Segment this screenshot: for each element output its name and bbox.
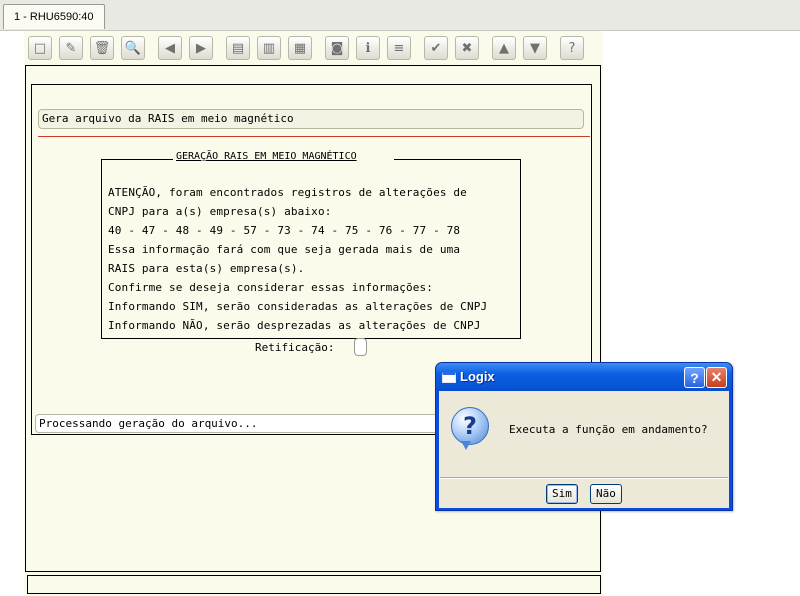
info-button[interactable]: ℹ: [356, 36, 380, 60]
message-line: Confirme se deseja considerar essas info…: [108, 281, 434, 294]
document-icon: ▤: [231, 40, 245, 56]
help-button[interactable]: ?: [560, 36, 584, 60]
message-line: Informando NÃO, serão desprezadas as alt…: [108, 319, 481, 332]
edit-button[interactable]: ✎: [59, 36, 83, 60]
no-button[interactable]: Não: [590, 484, 622, 504]
retificacao-input[interactable]: [354, 338, 367, 356]
confirm-dialog: Logix ? ✕ ? Executa a função em andament…: [435, 362, 733, 511]
dialog-help-button[interactable]: ?: [684, 367, 705, 388]
status-bar: [27, 575, 601, 594]
up-icon: ▲: [499, 40, 509, 56]
confirm-icon: ✔: [430, 40, 442, 56]
binoculars-button[interactable]: ◙: [325, 36, 349, 60]
previous-icon: ◀: [165, 40, 175, 56]
group-title: GERAÇÃO RAIS EM MEIO MAGNÉTICO: [176, 151, 357, 162]
document-list-button[interactable]: ▥: [257, 36, 281, 60]
dialog-titlebar[interactable]: Logix ? ✕: [436, 363, 732, 391]
document-button[interactable]: ▤: [226, 36, 250, 60]
dialog-message: Executa a função em andamento?: [509, 423, 708, 436]
status-field: Processando geração do arquivo...: [35, 414, 455, 433]
down-icon: ▼: [530, 40, 540, 56]
message-line: RAIS para esta(s) empresa(s).: [108, 262, 305, 275]
up-button[interactable]: ▲: [492, 36, 516, 60]
question-icon-tail: [461, 441, 471, 450]
message-line: CNPJ para a(s) empresa(s) abaixo:: [108, 205, 332, 218]
message-line: 40 - 47 - 48 - 49 - 57 - 73 - 74 - 75 - …: [108, 224, 461, 237]
cancel-icon: ✖: [461, 40, 473, 56]
form-title: Gera arquivo da RAIS em meio magnético: [38, 109, 584, 129]
confirm-button[interactable]: ✔: [424, 36, 448, 60]
previous-button[interactable]: ◀: [158, 36, 182, 60]
export-button[interactable]: ▦: [288, 36, 312, 60]
dialog-body: ? Executa a função em andamento? Sim Não: [439, 391, 729, 508]
message-line: ATENÇÃO, foram encontrados registros de …: [108, 186, 467, 199]
zoom-icon: ≡: [393, 40, 405, 56]
down-button[interactable]: ▼: [523, 36, 547, 60]
yes-button[interactable]: Sim: [546, 484, 578, 504]
next-icon: ▶: [196, 40, 206, 56]
help-icon: ?: [568, 40, 576, 56]
message-line: Informando SIM, serão consideradas as al…: [108, 300, 488, 313]
next-button[interactable]: ▶: [189, 36, 213, 60]
cancel-button[interactable]: ✖: [455, 36, 479, 60]
search-button[interactable]: 🔍: [121, 36, 145, 60]
search-icon: 🔍: [124, 40, 142, 56]
zoom-button[interactable]: ≡: [387, 36, 411, 60]
new-button[interactable]: □: [28, 36, 52, 60]
export-icon: ▦: [293, 40, 307, 56]
tab-strip: 1 - RHU6590:40: [0, 0, 800, 31]
message-line: Essa informação fará com que seja gerada…: [108, 243, 461, 256]
question-icon: ?: [451, 407, 489, 445]
dialog-close-button[interactable]: ✕: [706, 367, 727, 388]
delete-button[interactable]: 🗑: [90, 36, 114, 60]
tab-rhu6590[interactable]: 1 - RHU6590:40: [3, 4, 105, 29]
delete-icon: 🗑: [93, 40, 111, 56]
binoculars-icon: ◙: [330, 40, 344, 56]
edit-icon: ✎: [65, 40, 77, 56]
window-icon: [442, 372, 456, 383]
title-divider: [38, 136, 590, 137]
dialog-divider: [440, 477, 728, 479]
dialog-title: Logix: [460, 369, 495, 384]
document-list-icon: ▥: [262, 40, 276, 56]
new-icon: □: [33, 40, 47, 56]
info-icon: ℹ: [365, 40, 371, 56]
retificacao-label: Retificação:: [255, 341, 335, 354]
toolbar: □ ✎ 🗑 🔍 ◀ ▶ ▤ ▥ ▦ ◙ ℹ ≡ ✔ ✖ ▲ ▼?: [28, 33, 591, 63]
